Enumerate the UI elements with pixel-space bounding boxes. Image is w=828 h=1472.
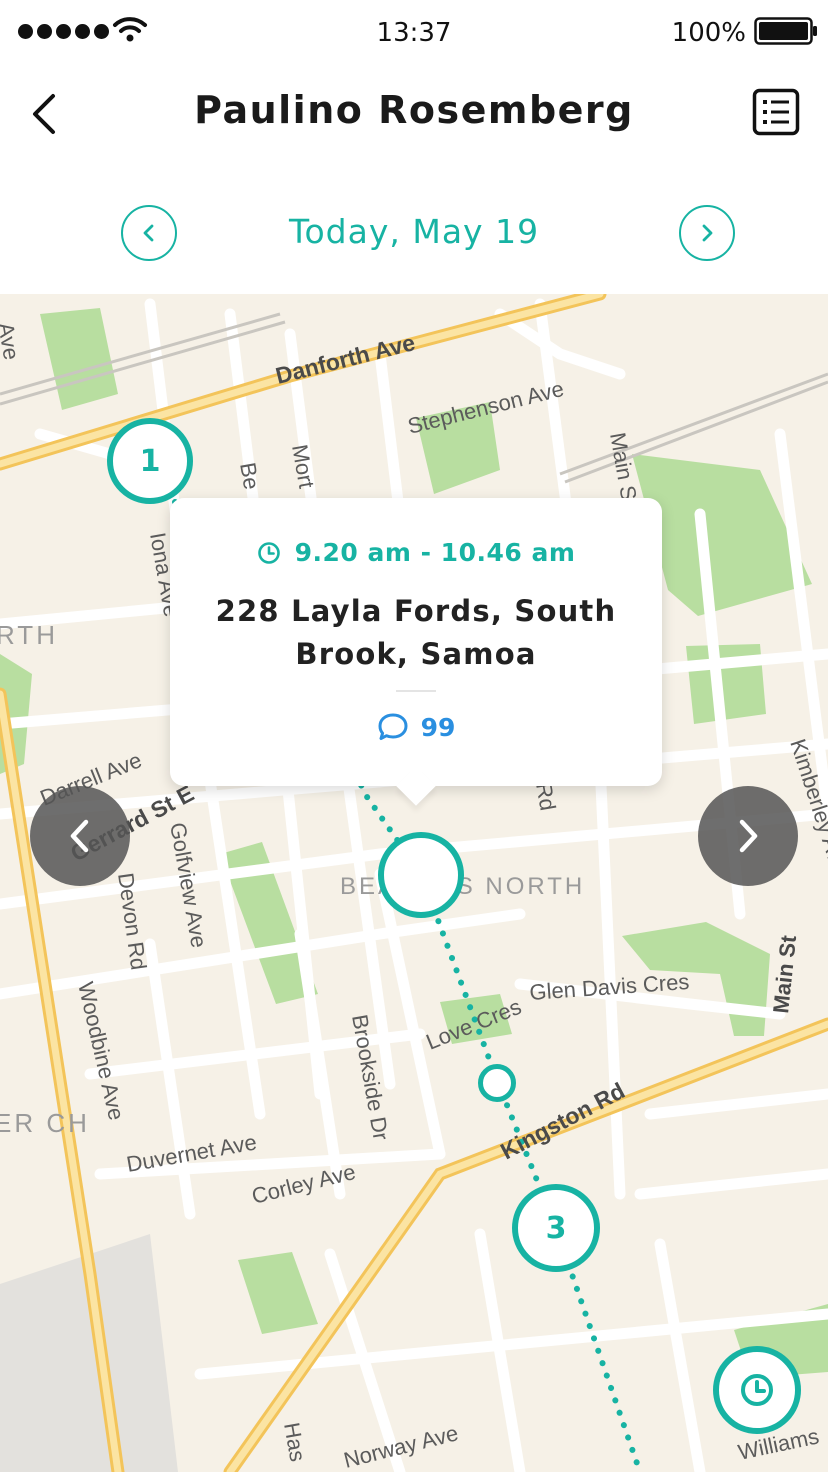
previous-stop-button[interactable] [30,786,130,886]
label-main-2: Main St [768,933,801,1014]
clock-icon [741,1374,773,1406]
list-view-button[interactable] [752,88,800,136]
chevron-right-icon [739,819,758,853]
visit-time: 9.20 am - 10.46 am [170,538,662,567]
route-map[interactable]: Danforth Ave Stephenson Ave Main St Iona… [0,294,828,1472]
stop-marker-3[interactable]: 3 [512,1184,600,1272]
route-waypoint[interactable] [478,1064,516,1102]
header: Paulino Rosemberg [0,66,828,166]
label-rth: RTH [0,620,58,650]
status-bar: 13:37 100% [0,0,828,66]
comment-icon [378,713,408,740]
label-mort: Mort [287,443,319,491]
label-has: Has [279,1421,310,1464]
label-woodbine: Woodbine Ave [73,980,129,1123]
stop-address: 228 Layla Fords, South Brook, Samoa [215,594,617,671]
visit-time-range: 9.20 am - 10.46 am [294,538,576,567]
label-main-1: Main St [605,431,643,509]
date-navigator: Today, May 19 [0,196,828,268]
comments-link[interactable]: 99 [170,712,662,742]
clock-icon [257,541,280,564]
next-stop-button[interactable] [698,786,798,886]
battery-percent: 100% [671,18,746,48]
chevron-left-icon [70,819,89,853]
divider [396,690,436,692]
label-erch: ER CH [0,1108,90,1138]
stop-details-popup[interactable]: 9.20 am - 10.46 am 228 Layla Fords, Sout… [170,498,662,786]
comment-count: 99 [420,712,456,742]
battery-icon [754,17,817,45]
stop-marker-1[interactable]: 1 [107,418,193,504]
label-kingston: Kingston Rd [496,1077,629,1164]
page-title: Paulino Rosemberg [194,88,634,132]
label-be: Be [235,461,264,492]
stop-marker-active[interactable] [378,832,464,918]
label-ave-left: Ave [0,321,24,362]
next-day-button[interactable] [679,205,735,261]
time-button[interactable] [713,1346,801,1434]
chevron-right-icon [702,224,713,242]
list-icon [752,88,800,136]
